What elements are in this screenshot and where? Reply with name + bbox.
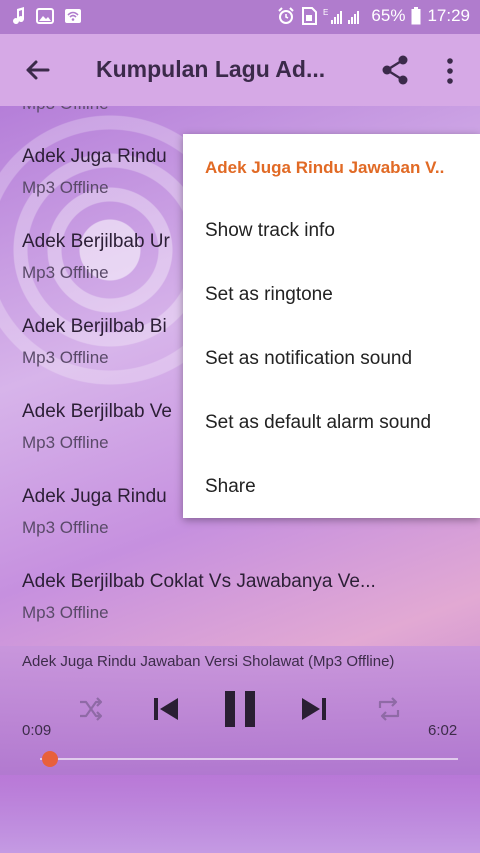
share-icon[interactable]	[380, 54, 410, 86]
alarm-clock-icon	[278, 7, 295, 24]
music-note-icon	[13, 7, 25, 25]
svg-text:E: E	[323, 8, 328, 17]
battery-percent: 65%	[371, 6, 406, 25]
total-duration: 6:02	[428, 722, 458, 739]
pause-icon[interactable]	[222, 689, 258, 729]
context-menu: Adek Juga Rindu Jawaban V.. Show track i…	[183, 134, 480, 518]
shuffle-icon[interactable]	[78, 696, 104, 722]
back-arrow-icon[interactable]	[22, 54, 54, 86]
app-bar: Kumpulan Lagu Ad...	[0, 34, 480, 106]
overflow-menu-icon[interactable]	[440, 56, 460, 86]
image-icon	[36, 8, 54, 24]
wifi-box-icon	[65, 9, 81, 23]
menu-item-set-notification-sound[interactable]: Set as notification sound	[205, 348, 412, 370]
list-item-title: Adek Berjilbab Ve	[22, 401, 172, 422]
list-item-title: Adek Juga Rindu	[22, 486, 167, 507]
next-track-icon[interactable]	[300, 695, 328, 723]
list-item-subtitle: Mp3 Offline	[22, 178, 109, 197]
seek-bar-thumb[interactable]	[42, 751, 59, 767]
repeat-icon[interactable]	[376, 696, 402, 722]
battery-icon	[411, 7, 421, 25]
now-playing-title: Adek Juga Rindu Jawaban Versi Sholawat (…	[22, 653, 395, 670]
previous-track-icon[interactable]	[152, 695, 180, 723]
seek-bar-track[interactable]	[40, 758, 458, 760]
status-bar: E 65% 17:29	[0, 0, 480, 34]
list-item-subtitle-partial: Mp3 Offline	[22, 106, 109, 114]
list-item-title: Adek Berjilbab Bi	[22, 316, 167, 337]
list-item-title: Adek Juga Rindu	[22, 146, 167, 167]
elapsed-time: 0:09	[22, 722, 52, 739]
list-item-subtitle: Mp3 Offline	[22, 433, 109, 452]
list-item-title: Adek Berjilbab Ur	[22, 231, 170, 252]
sim-card-icon	[302, 7, 318, 25]
list-item[interactable]: Adek Berjilbab Coklat Vs Jawabanya Ve...…	[0, 571, 480, 646]
menu-item-set-alarm-sound[interactable]: Set as default alarm sound	[205, 412, 431, 434]
page-title: Kumpulan Lagu Ad...	[96, 56, 326, 82]
list-item-title: Adek Berjilbab Coklat Vs Jawabanya Ve...	[22, 571, 376, 592]
list-item-subtitle: Mp3 Offline	[22, 603, 109, 622]
context-menu-header: Adek Juga Rindu Jawaban V..	[205, 158, 445, 177]
list-item-subtitle: Mp3 Offline	[22, 518, 109, 537]
menu-item-show-track-info[interactable]: Show track info	[205, 220, 335, 242]
menu-item-set-ringtone[interactable]: Set as ringtone	[205, 284, 333, 306]
bottom-artwork-strip	[0, 775, 480, 853]
list-item-subtitle: Mp3 Offline	[22, 263, 109, 282]
signal-icon: E	[323, 8, 360, 24]
clock: 17:29	[427, 6, 470, 25]
list-item-subtitle: Mp3 Offline	[22, 348, 109, 367]
menu-item-share[interactable]: Share	[205, 476, 256, 498]
